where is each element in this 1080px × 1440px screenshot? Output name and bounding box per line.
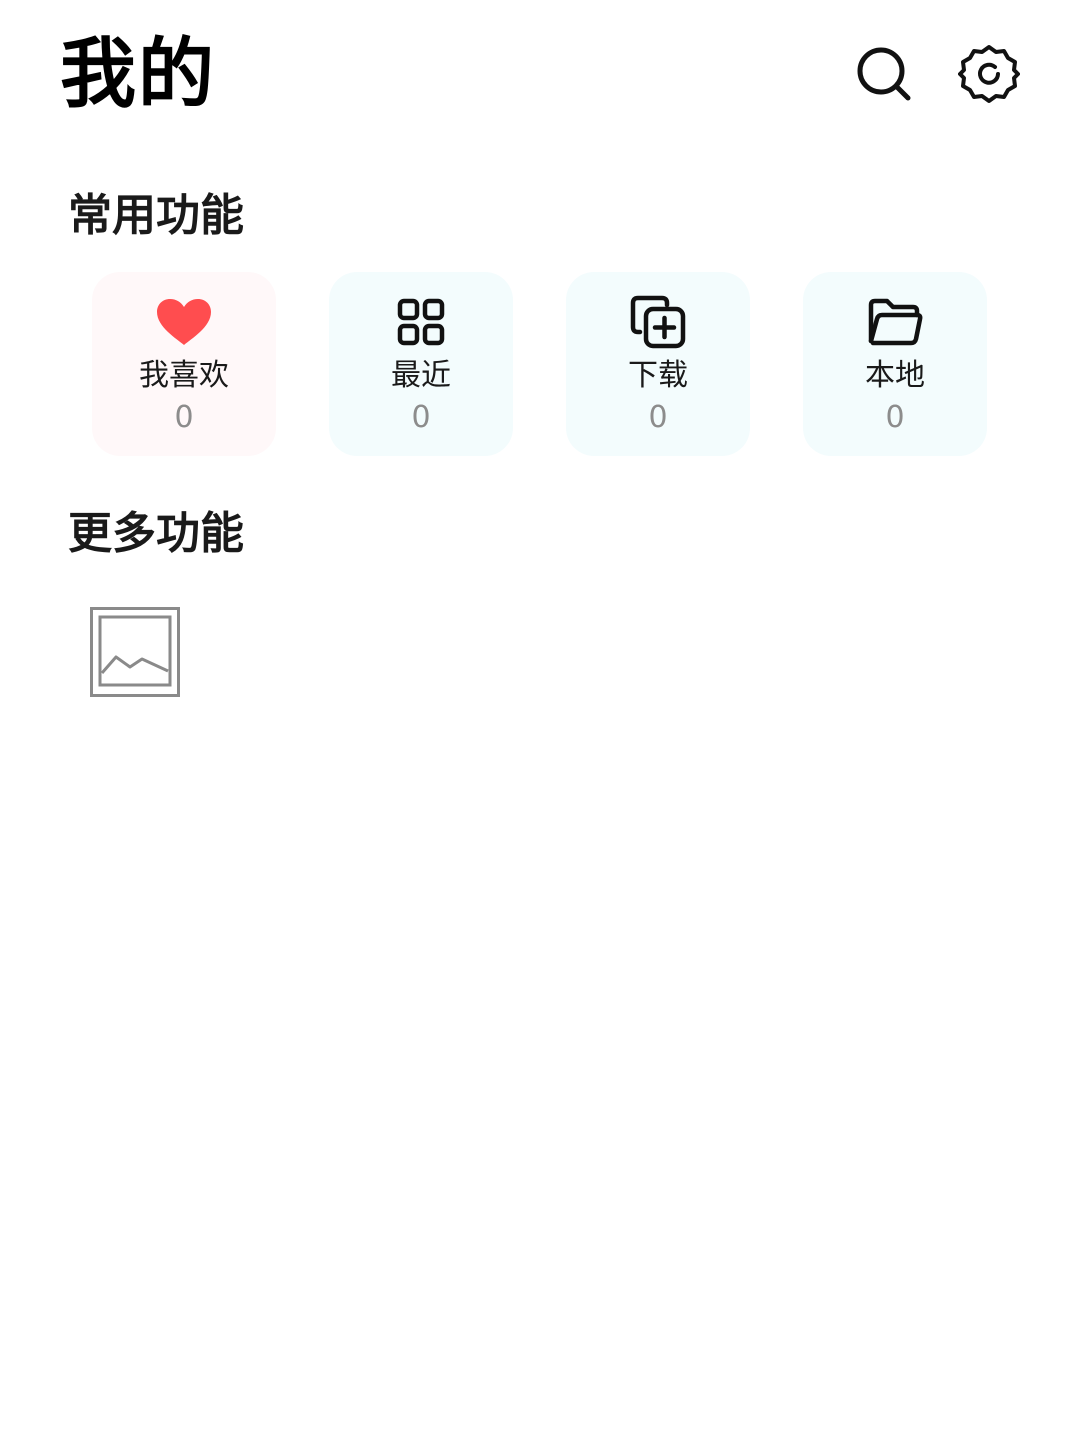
search-button[interactable] — [850, 40, 918, 108]
download-card[interactable]: 下载 0 — [566, 272, 750, 456]
card-count: 0 — [174, 400, 194, 435]
card-count: 0 — [411, 400, 431, 435]
common-functions-grid: 我喜欢 0 最近 0 下载 0 本地 0 — [0, 272, 1080, 456]
card-label: 下载 — [628, 358, 688, 393]
local-card[interactable]: 本地 0 — [803, 272, 987, 456]
card-label: 本地 — [865, 358, 925, 393]
header-bar: 我的 — [0, 0, 1080, 150]
search-icon — [857, 47, 911, 101]
page-title: 我的 — [60, 29, 216, 118]
card-label: 最近 — [391, 358, 451, 393]
card-count: 0 — [885, 400, 905, 435]
section-title-common: 常用功能 — [68, 190, 244, 241]
section-title-more: 更多功能 — [68, 508, 244, 559]
recent-card[interactable]: 最近 0 — [329, 272, 513, 456]
grid-icon — [391, 294, 451, 350]
card-count: 0 — [648, 400, 668, 435]
image-placeholder-icon — [90, 607, 180, 697]
favorites-card[interactable]: 我喜欢 0 — [92, 272, 276, 456]
gear-icon — [958, 45, 1020, 103]
settings-button[interactable] — [955, 40, 1023, 108]
heart-icon — [154, 294, 214, 350]
add-copy-icon — [628, 294, 688, 350]
folder-icon — [865, 294, 925, 350]
more-function-item[interactable] — [90, 607, 180, 697]
card-label: 我喜欢 — [139, 358, 229, 393]
